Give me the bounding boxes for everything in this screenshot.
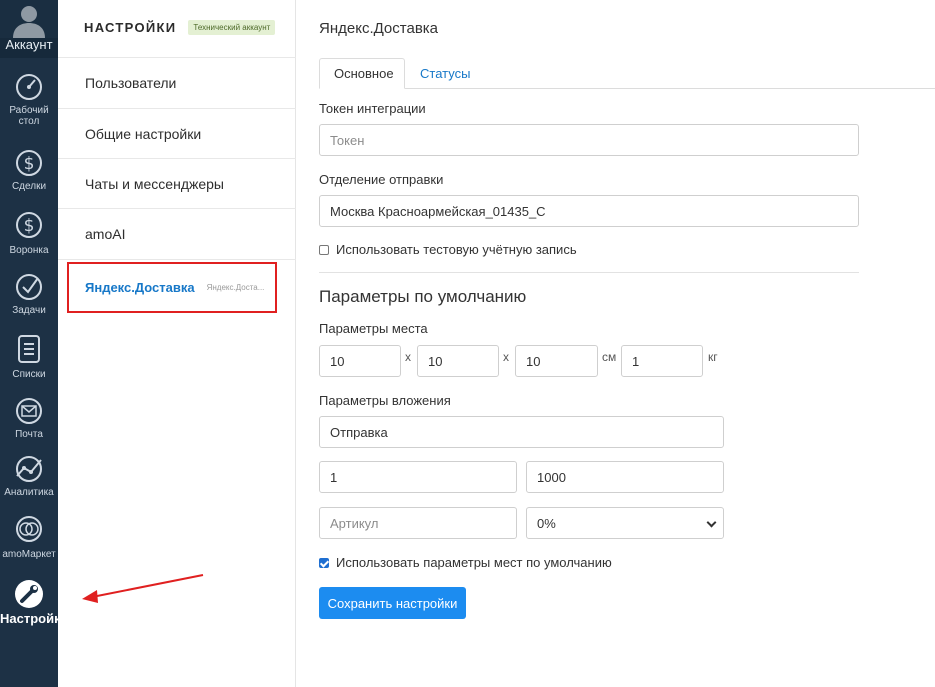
nav-dashboard[interactable]: Рабочий стол xyxy=(0,72,58,127)
cm-unit: см xyxy=(602,350,617,364)
nav-label-deals: Сделки xyxy=(11,181,47,192)
times-sign: x xyxy=(405,350,411,364)
times-sign: x xyxy=(503,350,509,364)
main-content: Яндекс.Доставка Основное Статусы Токен и… xyxy=(319,0,935,687)
length-input[interactable]: 10 xyxy=(319,345,401,377)
account-icon xyxy=(0,0,58,38)
highlight-box xyxy=(67,262,277,313)
divider xyxy=(319,272,859,273)
test-account-checkbox[interactable]: Использовать тестовую учётную запись xyxy=(319,242,577,257)
vat-select-value: 0% xyxy=(537,515,556,531)
main-nav: Аккаунт Рабочий стол $ Сделки $ Воронка … xyxy=(0,0,69,687)
svg-text:$: $ xyxy=(24,154,35,174)
nav-tasks[interactable]: Задачи xyxy=(0,272,58,316)
nav-account[interactable]: Аккаунт xyxy=(0,0,58,58)
nav-label-mail: Почта xyxy=(15,429,43,440)
nav-label-dashboard-1: Рабочий xyxy=(9,105,49,116)
nav-market[interactable]: amoМаркет xyxy=(0,512,58,560)
height-input[interactable]: 10 xyxy=(515,345,598,377)
department-label: Отделение отправки xyxy=(319,172,444,187)
attach-name-input[interactable]: Отправка xyxy=(319,416,724,448)
lists-icon xyxy=(18,335,40,363)
sidebar-item-label: Чаты и мессенджеры xyxy=(85,176,224,192)
sidebar-title: НАСТРОЙКИ xyxy=(84,20,177,35)
vat-select[interactable]: 0% xyxy=(526,507,724,539)
tab-bar: Основное Статусы xyxy=(319,58,935,89)
market-icon xyxy=(16,516,42,542)
department-input[interactable]: Москва Красноармейская_01435_С xyxy=(319,195,859,227)
tab-statuses[interactable]: Статусы xyxy=(406,58,484,89)
sidebar-item-general[interactable]: Общие настройки xyxy=(58,108,296,159)
nav-settings[interactable]: Настройки xyxy=(0,578,69,625)
sidebar-item-label: amoAI xyxy=(85,226,126,242)
nav-deals[interactable]: $ Сделки xyxy=(0,148,58,192)
sidebar-item-label: Пользователи xyxy=(85,75,177,91)
funnel-icon: $ xyxy=(16,212,42,238)
sidebar-item-chats[interactable]: Чаты и мессенджеры xyxy=(58,158,296,209)
kg-unit: кг xyxy=(708,350,718,364)
weight-input[interactable]: 1 xyxy=(621,345,703,377)
tasks-icon xyxy=(16,274,42,300)
page-title: Яндекс.Доставка xyxy=(319,20,439,37)
settings-icon xyxy=(15,580,43,608)
defaults-heading: Параметры по умолчанию xyxy=(319,287,527,306)
sidebar-header: НАСТРОЙКИ Технический аккаунт xyxy=(84,20,276,35)
use-defaults-checkbox[interactable]: Использовать параметры мест по умолчанию xyxy=(319,555,612,570)
width-input[interactable]: 10 xyxy=(417,345,499,377)
token-label: Токен интеграции xyxy=(319,101,426,116)
save-settings-button[interactable]: Сохранить настройки xyxy=(319,587,466,619)
nav-label-lists: Списки xyxy=(12,369,46,380)
price-input[interactable]: 1000 xyxy=(526,461,724,493)
mail-icon xyxy=(16,398,42,424)
nav-label-funnel: Воронка xyxy=(9,245,49,256)
tab-main[interactable]: Основное xyxy=(319,58,405,89)
test-account-label: Использовать тестовую учётную запись xyxy=(336,242,577,257)
dashboard-icon xyxy=(16,74,42,100)
quantity-input[interactable]: 1 xyxy=(319,461,517,493)
nav-label-market: amoМаркет xyxy=(2,549,56,560)
attach-params-label: Параметры вложения xyxy=(319,393,451,408)
place-params-label: Параметры места xyxy=(319,321,428,336)
account-badge: Технический аккаунт xyxy=(188,20,276,35)
sidebar-item-users[interactable]: Пользователи xyxy=(58,57,296,108)
nav-lists[interactable]: Списки xyxy=(0,332,58,380)
nav-analytics[interactable]: Аналитика xyxy=(0,454,58,498)
settings-sidebar: НАСТРОЙКИ Технический аккаунт Пользовате… xyxy=(58,0,296,687)
nav-funnel[interactable]: $ Воронка xyxy=(0,208,58,256)
nav-label-analytics: Аналитика xyxy=(4,487,54,498)
sidebar-item-label: Общие настройки xyxy=(85,126,202,142)
chevron-down-icon xyxy=(706,517,717,528)
svg-text:$: $ xyxy=(24,216,35,236)
checkbox-checked[interactable] xyxy=(319,557,329,568)
use-defaults-label: Использовать параметры мест по умолчанию xyxy=(336,555,612,570)
analytics-icon xyxy=(16,456,42,482)
nav-label-account: Аккаунт xyxy=(5,37,53,52)
nav-label-tasks: Задачи xyxy=(12,305,46,316)
token-input[interactable]: Токен xyxy=(319,124,859,156)
checkbox-unchecked[interactable] xyxy=(319,244,329,255)
deals-icon: $ xyxy=(16,150,42,176)
sidebar-item-amoai[interactable]: amoAI xyxy=(58,208,296,259)
nav-mail[interactable]: Почта xyxy=(0,396,58,440)
nav-label-dashboard-2: стол xyxy=(18,116,40,127)
article-input[interactable]: Артикул xyxy=(319,507,517,539)
